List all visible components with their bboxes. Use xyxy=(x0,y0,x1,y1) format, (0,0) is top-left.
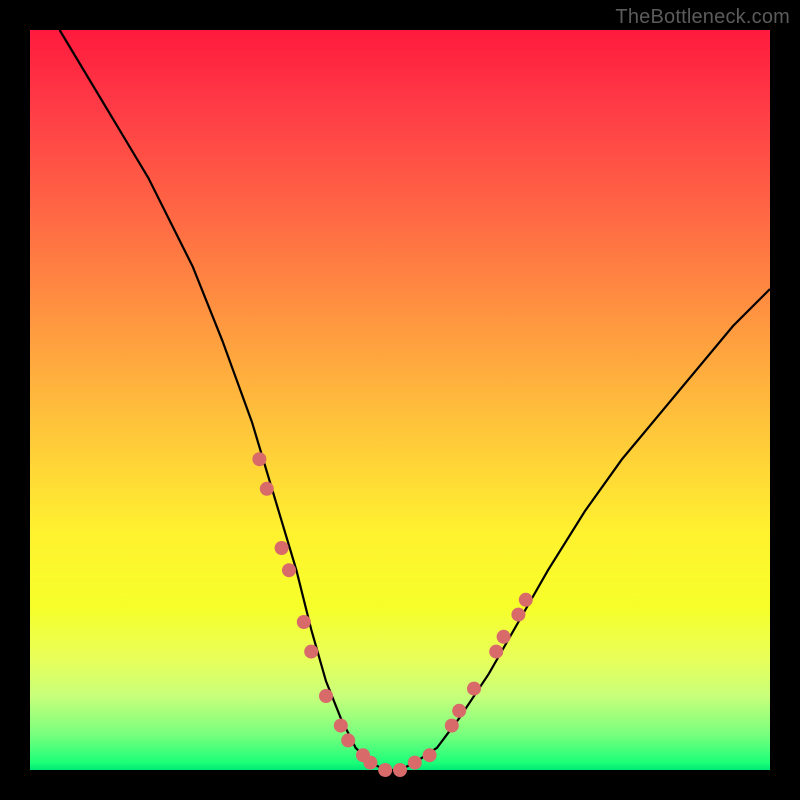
curve-marker xyxy=(467,682,481,696)
curve-marker xyxy=(275,541,289,555)
bottleneck-curve-svg xyxy=(30,30,770,770)
chart-frame: TheBottleneck.com xyxy=(0,0,800,800)
curve-marker xyxy=(452,704,466,718)
curve-marker xyxy=(378,763,392,777)
curve-marker xyxy=(363,756,377,770)
curve-marker xyxy=(297,615,311,629)
curve-marker xyxy=(445,719,459,733)
curve-marker xyxy=(511,608,525,622)
curve-marker xyxy=(408,756,422,770)
curve-marker xyxy=(334,719,348,733)
curve-marker xyxy=(319,689,333,703)
curve-marker xyxy=(282,563,296,577)
curve-marker xyxy=(423,748,437,762)
bottleneck-curve xyxy=(60,30,770,770)
curve-marker xyxy=(252,452,266,466)
curve-markers xyxy=(252,452,532,777)
curve-marker xyxy=(341,733,355,747)
curve-marker xyxy=(497,630,511,644)
curve-marker xyxy=(489,645,503,659)
curve-marker xyxy=(304,645,318,659)
plot-area xyxy=(30,30,770,770)
watermark-text: TheBottleneck.com xyxy=(615,6,790,29)
curve-marker xyxy=(260,482,274,496)
curve-marker xyxy=(519,593,533,607)
curve-marker xyxy=(393,763,407,777)
